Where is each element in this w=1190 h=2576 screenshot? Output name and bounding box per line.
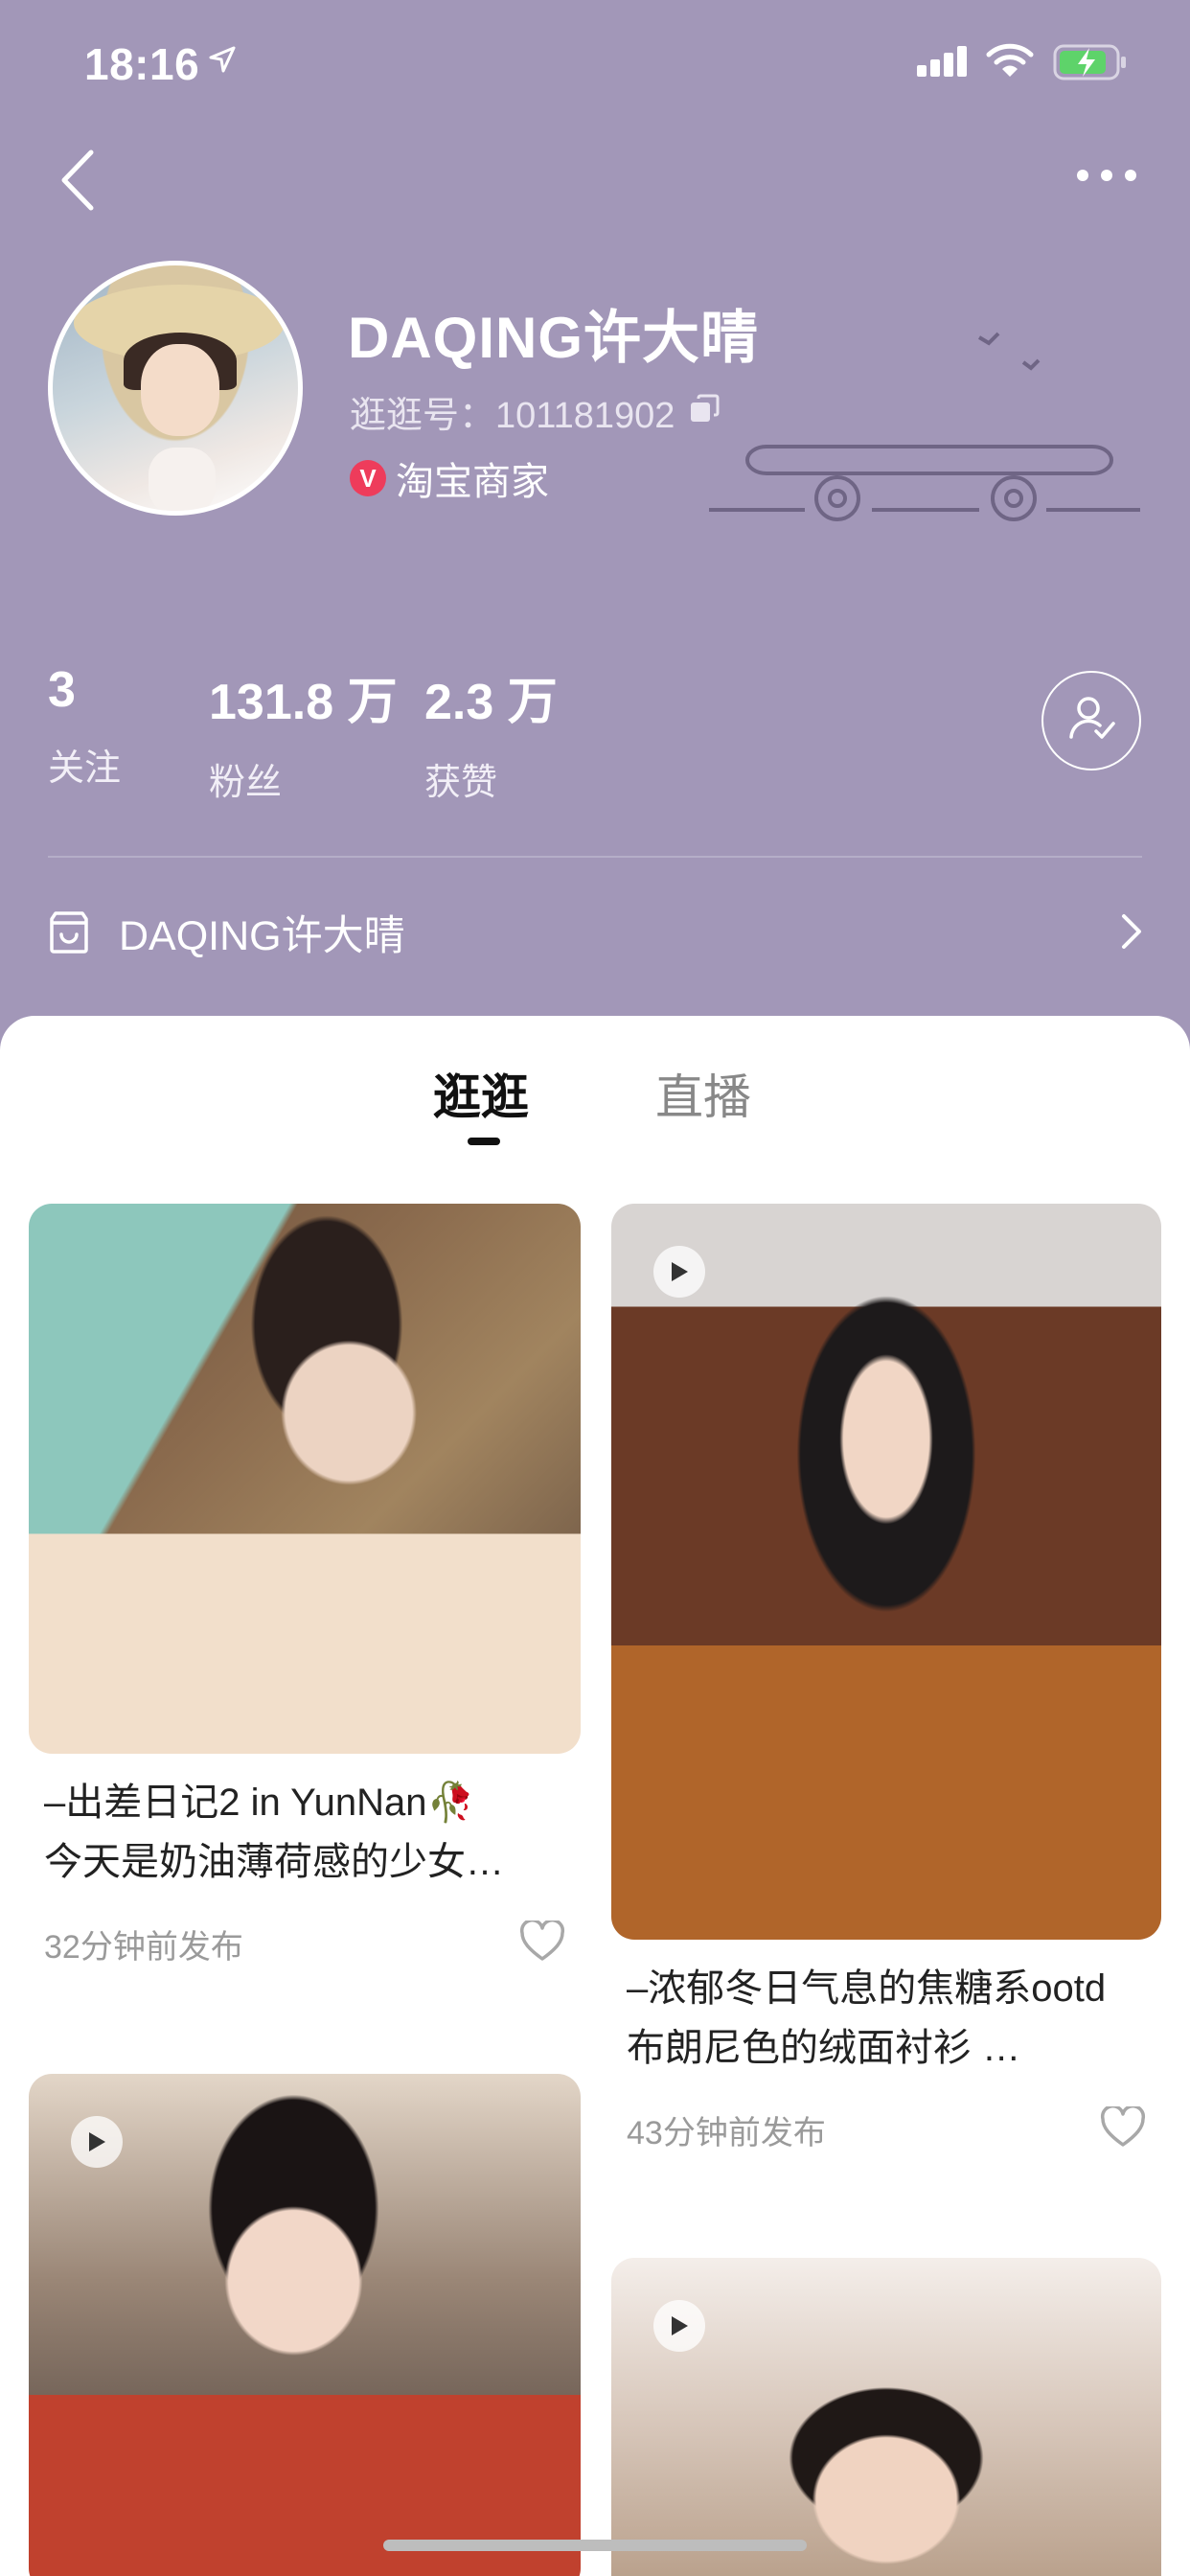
feed-card[interactable]: –浓郁冬日气息的焦糖系ootd 布朗尼色的绒面衬衫 … 43分钟前发布 [611,1204,1161,2153]
feed-card-title-line2: 今天是奶油薄荷感的少女… [44,1841,504,1883]
tab-guangguang[interactable]: 逛逛 [433,1059,529,1128]
follow-button[interactable] [1041,671,1141,770]
feed-card[interactable]: –出差日记2 in YunNan🥀 今天是奶油薄荷感的少女… 32分钟前发布 [29,1204,581,1967]
feed-card-meta: 43分钟前发布 [627,2104,1146,2153]
tab-live[interactable]: 直播 [655,1059,751,1128]
feed-card-text: –出差日记2 in YunNan🥀 今天是奶油薄荷感的少女… 32分钟前发布 [29,1754,581,1967]
home-indicator[interactable] [383,2540,807,2551]
tab-active-indicator [468,1138,500,1145]
play-icon [71,2116,123,2168]
user-check-icon [1065,693,1117,749]
feed-card-title-line1: –浓郁冬日气息的焦糖系ootd [627,1967,1107,2010]
feed-card-text: –浓郁冬日气息的焦糖系ootd 布朗尼色的绒面衬衫 … 43分钟前发布 [611,1940,1161,2153]
avatar[interactable] [48,261,303,516]
more-dots-icon [1076,169,1137,187]
stat-fans-label: 粉丝 [209,763,283,803]
profile-id-row: 逛逛号：101181902 [350,385,721,438]
feed-card-time: 43分钟前发布 [627,2115,826,2151]
feed-card-meta: 32分钟前发布 [44,1919,565,1967]
wifi-icon [986,42,1034,83]
feed-card-title-line1: –出差日记2 in YunNan🥀 [44,1782,475,1824]
shop-entry[interactable]: DAQING许大晴 [44,896,1146,969]
chevron-left-icon [58,149,97,217]
cellular-signal-icon [917,46,969,81]
play-icon [653,1246,705,1298]
play-icon [653,2300,705,2352]
skateboard-illustration [709,316,1150,541]
feed-card-title-line2: 布朗尼色的绒面衬衫 … [627,2027,1021,2069]
merchant-row: V 淘宝商家 [350,450,549,506]
stat-following-label: 关注 [48,748,122,789]
stat-fans[interactable]: 131.8 万 粉丝 [209,661,398,805]
shop-icon [44,908,94,957]
feed-card-time: 32分钟前发布 [44,1929,243,1966]
profile-name: DAQING许大晴 [348,306,759,370]
shop-name: DAQING许大晴 [119,913,405,959]
feed-card-image[interactable] [29,2074,581,2576]
status-bar: 18:16 [0,0,1190,129]
stat-following-value: 3 [48,662,76,718]
stat-fans-value: 131.8 万 [209,675,398,730]
merchant-badge-icon: V [350,460,386,496]
battery-charging-icon [1053,44,1128,85]
feed-card[interactable] [611,2258,1161,2576]
feed-card[interactable] [29,2074,581,2576]
chevron-right-icon [1121,913,1142,954]
content-tabs: 逛逛 直播 [0,1059,1190,1145]
merchant-label: 淘宝商家 [396,461,549,503]
header-divider [48,856,1142,858]
stat-following[interactable]: 3 关注 [48,661,121,791]
feed-card-image[interactable] [611,2258,1161,2576]
profile-header: 18:16 DAQING许大晴 逛逛号：101181902 V 淘宝商家 3 关… [0,0,1190,1064]
back-button[interactable] [44,144,111,220]
feed-card-image[interactable] [611,1204,1161,1940]
stat-likes-value: 2.3 万 [424,675,558,730]
stat-likes-label: 获赞 [424,763,498,803]
status-time: 18:16 [84,39,200,89]
more-button[interactable] [1064,153,1150,201]
location-arrow-icon [209,46,236,78]
heart-icon[interactable] [519,1919,565,1967]
heart-icon[interactable] [1100,2104,1146,2153]
stat-likes[interactable]: 2.3 万 获赞 [424,661,558,805]
feed-card-image[interactable] [29,1204,581,1754]
profile-id: 逛逛号：101181902 [350,396,675,436]
